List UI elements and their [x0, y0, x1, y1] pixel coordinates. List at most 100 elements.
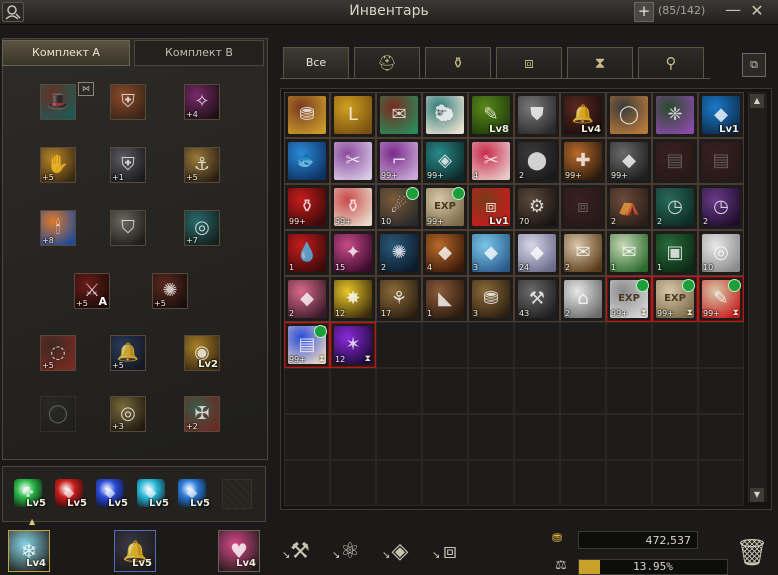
quick-slot-crystal-flower[interactable]: ❄ Lv4 — [8, 530, 50, 572]
gem-slot[interactable]: ◆ Lv5 — [137, 479, 169, 509]
equip-slot-candle-lamp[interactable]: 🕯 +8 — [40, 210, 76, 246]
inventory-item[interactable]: ▤ — [652, 138, 698, 184]
inventory-item[interactable]: ✉ — [376, 92, 422, 138]
atom-enchant-icon[interactable]: ⚛ ↘ — [332, 536, 366, 568]
inventory-item[interactable]: ✎ Lv8 — [468, 92, 514, 138]
inventory-item[interactable]: L — [330, 92, 376, 138]
inventory-item[interactable]: ◆ 24 — [514, 230, 560, 276]
sort-icon[interactable]: ⧉ — [742, 53, 766, 77]
inventory-empty-slot[interactable] — [468, 414, 514, 460]
inventory-item[interactable]: ⛺ 2 — [606, 184, 652, 230]
equip-slot-gloves[interactable]: ✋ +5 — [40, 147, 76, 183]
inventory-item[interactable]: 🔔 Lv4 — [560, 92, 606, 138]
inventory-item[interactable]: EXP 99+ ⧗ — [606, 276, 652, 322]
tab-stamp[interactable]: ⚲ — [638, 47, 704, 78]
inventory-empty-slot[interactable] — [330, 414, 376, 460]
inventory-item[interactable]: ✎ 99+ ⧗ — [698, 276, 744, 322]
equip-slot-bell-wing[interactable]: 🔔 +5 — [110, 335, 146, 371]
equip-slot-staff[interactable]: ✺ +5 — [152, 273, 188, 309]
inventory-empty-slot[interactable] — [652, 460, 698, 506]
inventory-item[interactable]: ▣ 1 — [652, 230, 698, 276]
inventory-empty-slot[interactable] — [422, 460, 468, 506]
inventory-empty-slot[interactable] — [376, 368, 422, 414]
chest-storage-icon[interactable]: ⧈ ↘ — [432, 536, 466, 568]
inventory-empty-slot[interactable] — [560, 414, 606, 460]
inventory-empty-slot[interactable] — [514, 322, 560, 368]
tab-potion[interactable]: ⚱ — [425, 47, 491, 78]
equip-slot-sword[interactable]: ⚔ +5 A — [74, 273, 110, 309]
equip-slot-boots[interactable]: ⚓ +5 — [184, 147, 220, 183]
tab-kit-a[interactable]: Комплект A — [2, 40, 130, 66]
scroll-up-icon[interactable]: ▲ — [750, 94, 764, 108]
quick-slot-bell-charm[interactable]: 🔔 Lv5 — [114, 530, 156, 572]
inventory-empty-slot[interactable] — [560, 322, 606, 368]
inventory-empty-slot[interactable] — [606, 460, 652, 506]
equip-slot-amulet[interactable]: ◎ +7 — [184, 210, 220, 246]
inventory-empty-slot[interactable] — [652, 322, 698, 368]
inventory-empty-slot[interactable] — [468, 460, 514, 506]
inventory-empty-slot[interactable] — [606, 322, 652, 368]
inventory-empty-slot[interactable] — [284, 368, 330, 414]
inventory-item[interactable]: ⛃ — [284, 92, 330, 138]
inventory-empty-slot[interactable] — [560, 460, 606, 506]
equip-slot-chest-armor[interactable]: ⛨ +1 — [110, 147, 146, 183]
inventory-empty-slot[interactable] — [514, 368, 560, 414]
tab-box[interactable]: ⧈ — [496, 47, 562, 78]
equip-slot-ring-left[interactable]: ◌ +5 — [40, 335, 76, 371]
equip-slot-eye-ring[interactable]: ◉ Lv2 — [184, 335, 220, 371]
inventory-empty-slot[interactable] — [422, 322, 468, 368]
inventory-item[interactable]: ◆ 99+ — [606, 138, 652, 184]
inventory-item[interactable]: ⚒ 43 — [514, 276, 560, 322]
inventory-item[interactable]: ⚱ 99+ — [284, 184, 330, 230]
inventory-item[interactable]: ✉ 1 — [606, 230, 652, 276]
gem-slot[interactable]: ◆ Lv5 — [178, 479, 210, 509]
inventory-item[interactable]: ◆ 2 — [284, 276, 330, 322]
inventory-item[interactable]: ⛊ — [514, 92, 560, 138]
inventory-item[interactable]: EXP 99+ ⧗ — [652, 276, 698, 322]
crystal-refine-icon[interactable]: ◈ ↘ — [382, 536, 416, 568]
inventory-item[interactable]: 🐑 — [422, 92, 468, 138]
inventory-empty-slot[interactable] — [284, 414, 330, 460]
inventory-item[interactable]: ⌂ 2 — [560, 276, 606, 322]
inventory-item[interactable]: 💧 1 — [284, 230, 330, 276]
inventory-item[interactable]: ◆ Lv1 — [698, 92, 744, 138]
costume-toggle-icon[interactable]: ⋈ — [78, 82, 94, 96]
inventory-item[interactable]: ⚘ 17 — [376, 276, 422, 322]
inventory-item[interactable]: ◷ 2 — [652, 184, 698, 230]
gem-slot[interactable]: ◆ Lv5 — [96, 479, 128, 509]
trash-icon[interactable]: 🗑 — [734, 533, 770, 573]
equip-slot-belt-ring[interactable]: ◎ +3 — [110, 396, 146, 432]
inventory-empty-slot[interactable] — [376, 322, 422, 368]
inventory-empty-slot[interactable] — [560, 368, 606, 414]
quick-slot-heart-ring[interactable]: ♥ Lv4 — [218, 530, 260, 572]
empty-gem-slot[interactable] — [222, 479, 252, 509]
inventory-item[interactable]: ✂ — [330, 138, 376, 184]
inventory-empty-slot[interactable] — [468, 368, 514, 414]
tab-kit-b[interactable]: Комплект B — [134, 40, 264, 66]
inventory-item[interactable]: ▤ 99+ ⧗ — [284, 322, 330, 368]
equip-slot-leggings[interactable]: ⛉ — [110, 210, 146, 246]
minimize-icon[interactable]: — — [724, 2, 742, 20]
tab-hourglass[interactable]: ⧗ — [567, 47, 633, 78]
inventory-item[interactable]: ☄ 10 — [376, 184, 422, 230]
equip-slot-ring-dim[interactable]: ◯ — [40, 396, 76, 432]
tab-helmet[interactable]: ⛑ — [354, 47, 420, 78]
dismantle-anvil-icon[interactable]: ⚒ ↘ — [282, 536, 316, 568]
inventory-item[interactable]: ⚙ 70 — [514, 184, 560, 230]
inventory-empty-slot[interactable] — [468, 322, 514, 368]
inventory-empty-slot[interactable] — [514, 414, 560, 460]
inventory-empty-slot[interactable] — [422, 414, 468, 460]
inventory-empty-slot[interactable] — [330, 460, 376, 506]
inventory-item[interactable]: ✚ 99+ — [560, 138, 606, 184]
inventory-item[interactable]: 🐟 — [284, 138, 330, 184]
inventory-item[interactable]: ◈ 99+ — [422, 138, 468, 184]
inventory-empty-slot[interactable] — [606, 414, 652, 460]
inventory-empty-slot[interactable] — [698, 322, 744, 368]
inventory-item[interactable]: ⧈ Lv1 — [468, 184, 514, 230]
inventory-empty-slot[interactable] — [422, 368, 468, 414]
inventory-item[interactable]: ✺ 2 — [376, 230, 422, 276]
tab-all[interactable]: Все — [283, 47, 349, 78]
inventory-item[interactable]: ✉ 2 — [560, 230, 606, 276]
scrollbar[interactable] — [748, 92, 767, 502]
gem-slot[interactable]: ✤ Lv5 — [14, 479, 46, 509]
